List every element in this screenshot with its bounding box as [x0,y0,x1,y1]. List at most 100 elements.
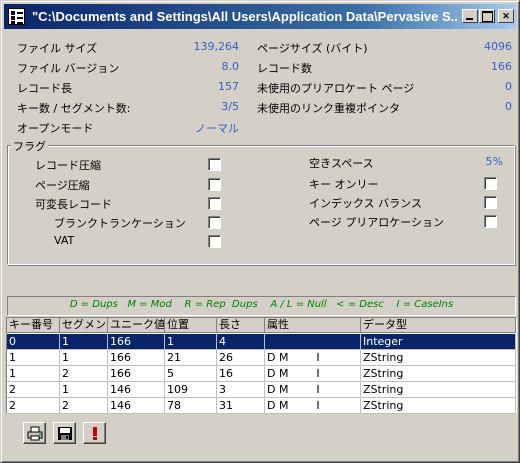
record-count-label: レコード数 [257,62,312,75]
cell-segment: 2 [60,398,108,414]
cell-attributes [265,334,361,350]
cell-data-type: ZString [361,366,516,382]
flag-page-preallocation-label: ページ プリアロケーション [309,216,445,229]
cell-key-number: 0 [7,334,60,350]
flag-variable-length-checkbox[interactable] [208,197,221,210]
table-row[interactable]: 2 1 146 109 3 D M I ZString [7,382,516,398]
page-size-label: ページサイズ (バイト) [257,42,368,55]
open-mode-label: オープンモード [17,122,94,135]
table-row[interactable]: 1 1 166 21 26 D M I ZString [7,350,516,366]
cell-attributes: D M I [265,398,361,414]
print-button[interactable] [23,422,46,444]
app-icon [8,8,25,25]
maximize-button[interactable] [479,9,495,23]
flag-key-only-label: キー オンリー [309,178,379,191]
cell-length: 26 [217,350,265,366]
cell-segment: 1 [60,350,108,366]
flag-variable-length-label: 可変長レコード [35,198,112,211]
column-header-unique-values[interactable]: ユニーク値 [108,318,165,333]
cell-unique-values: 146 [108,382,165,398]
cell-key-number: 2 [7,382,60,398]
flag-vat-label: VAT [54,234,75,247]
flags-group-label: フラグ [11,138,48,154]
save-button[interactable] [53,422,76,444]
flag-blank-truncation-checkbox[interactable] [208,216,221,229]
cell-length: 16 [217,366,265,382]
flag-page-preallocation-checkbox[interactable] [484,215,497,228]
column-header-segment[interactable]: セグメント [60,318,108,333]
floppy-disk-icon [58,427,72,440]
flag-blank-truncation-label: ブランクトランケーション [54,217,186,230]
cell-data-type: ZString [361,382,516,398]
cell-unique-values: 166 [108,334,165,350]
open-mode-value: ノーマル [195,122,239,135]
flag-page-compression-checkbox[interactable] [208,178,221,191]
file-version-label: ファイル バージョン [17,62,120,75]
table-row[interactable]: 2 2 146 78 31 D M I ZString [7,398,516,414]
file-size-label: ファイル サイズ [17,42,98,55]
file-version-value: 8.0 [221,60,240,73]
flag-index-balance-label: インデックス バランス [309,197,422,210]
column-header-data-type[interactable]: データ型 [361,318,516,333]
cell-position: 109 [165,382,217,398]
cell-position: 1 [165,334,217,350]
cell-length: 31 [217,398,265,414]
cell-segment: 1 [60,382,108,398]
cell-key-number: 1 [7,350,60,366]
cell-data-type: ZString [361,350,516,366]
table-row[interactable]: 0 1 166 1 4 Integer [7,334,516,350]
unused-dup-pointers-label: 未使用のリンク重複ポインタ [257,102,400,115]
free-space-value: 5% [485,155,503,168]
flag-page-compression-label: ページ圧縮 [35,179,90,192]
column-header-attributes[interactable]: 属性 [265,318,361,333]
table-row[interactable]: 1 2 166 5 16 D M I ZString [7,366,516,382]
legend-text: D = Dups M = Mod R = Rep Dups A / L = Nu… [69,299,454,310]
cell-attributes: D M I [265,366,361,382]
file-statistics-window: "C:\Documents and Settings\All Users\App… [0,0,520,463]
record-length-label: レコード長 [17,82,72,95]
close-button[interactable]: ✕ [498,9,514,23]
column-header-key-number[interactable]: キー番号 [7,318,60,333]
flag-record-compression-label: レコード圧縮 [35,159,101,172]
file-size-value: 139,264 [193,40,240,53]
flag-key-only-checkbox[interactable] [484,177,497,190]
cell-position: 78 [165,398,217,414]
unused-prealloc-pages-value: 0 [505,80,512,93]
column-header-length[interactable]: 長さ [217,318,265,333]
alert-button[interactable] [83,422,106,444]
unused-prealloc-pages-label: 未使用のプリアロケート ページ [257,82,415,95]
cell-segment: 1 [60,334,108,350]
cell-unique-values: 146 [108,398,165,414]
unused-dup-pointers-value: 0 [505,100,512,113]
grid-header: キー番号 セグメント ユニーク値 位置 長さ 属性 データ型 [7,318,516,333]
cell-length: 4 [217,334,265,350]
window-title: "C:\Documents and Settings\All Users\App… [32,9,457,24]
cell-segment: 2 [60,366,108,382]
cell-attributes: D M I [265,350,361,366]
key-attribute-legend: D = Dups M = Mod R = Rep Dups A / L = Nu… [7,296,516,316]
flag-vat-checkbox[interactable] [208,235,221,248]
cell-unique-values: 166 [108,350,165,366]
printer-icon [27,426,43,441]
keys-segments-label: キー数 / セグメント数: [17,102,131,115]
page-size-value: 4096 [484,40,512,53]
cell-position: 21 [165,350,217,366]
flag-index-balance-checkbox[interactable] [484,196,497,209]
cell-key-number: 1 [7,366,60,382]
flag-record-compression-checkbox[interactable] [208,158,221,171]
cell-position: 5 [165,366,217,382]
cell-key-number: 2 [7,398,60,414]
cell-unique-values: 166 [108,366,165,382]
free-space-label: 空きスペース [309,157,374,170]
cell-data-type: Integer [361,334,516,350]
keys-segments-value: 3/5 [221,100,239,113]
record-count-value: 166 [491,60,512,73]
column-header-position[interactable]: 位置 [165,318,217,333]
cell-length: 3 [217,382,265,398]
cell-data-type: ZString [361,398,516,414]
exclamation-icon [93,427,97,440]
title-bar[interactable]: "C:\Documents and Settings\All Users\App… [4,4,516,29]
minimize-button[interactable] [462,9,478,23]
key-segment-grid[interactable]: キー番号 セグメント ユニーク値 位置 長さ 属性 データ型 0 1 166 1… [6,317,517,414]
record-length-value: 157 [218,80,239,93]
